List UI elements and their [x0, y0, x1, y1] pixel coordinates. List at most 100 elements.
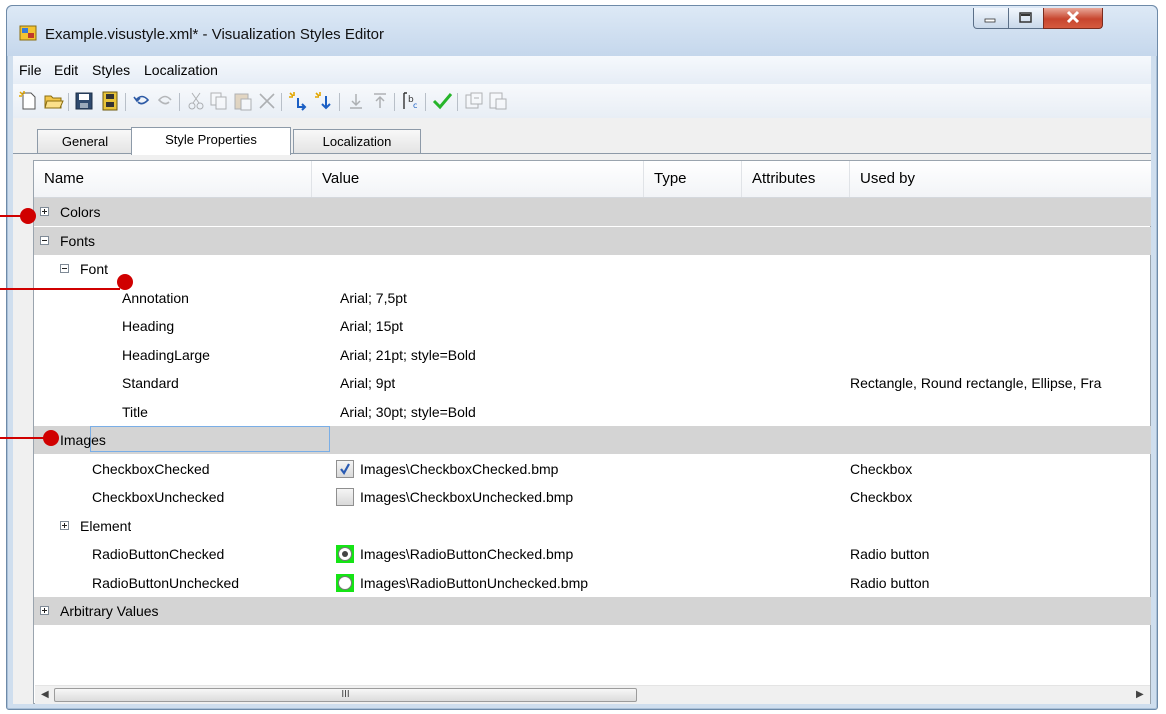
toolbar: bc: [13, 84, 1151, 118]
property-used-by: Rectangle, Round rectangle, Ellipse, Fra: [850, 375, 1102, 391]
property-name: Font: [80, 261, 109, 277]
property-value[interactable]: Images\RadioButtonUnchecked.bmp: [360, 569, 588, 597]
close-button[interactable]: [1043, 8, 1103, 29]
app-window: Example.visustyle.xml* - Visualization S…: [6, 5, 1158, 710]
property-value[interactable]: Images\RadioButtonChecked.bmp: [360, 540, 573, 568]
column-header-name[interactable]: Name: [34, 161, 312, 197]
minimize-button[interactable]: [973, 8, 1009, 29]
delete-icon[interactable]: [256, 90, 278, 112]
copy-icon[interactable]: [208, 90, 230, 112]
add-icon[interactable]: [287, 90, 309, 112]
property-name: CheckboxUnchecked: [92, 489, 225, 505]
property-value[interactable]: Images\CheckboxChecked.bmp: [360, 455, 558, 483]
property-used-by: Checkbox: [850, 461, 913, 477]
scroll-right-icon[interactable]: ▶: [1136, 689, 1144, 700]
toolbar-separator: [68, 93, 69, 111]
property-name: Fonts: [60, 233, 96, 249]
table-row[interactable]: Font: [34, 255, 1151, 283]
client-area: File Edit Styles Localization b c Genera…: [13, 56, 1151, 704]
callout-dot: [43, 430, 59, 446]
property-grid: Name Value Type Attributes Used by Color…: [33, 160, 1151, 704]
callout-line: [0, 288, 120, 290]
minimize-icon: [984, 18, 996, 23]
radio-unchecked-icon: [336, 574, 354, 592]
property-value[interactable]: Arial; 7,5pt: [340, 284, 407, 312]
redo-icon[interactable]: [154, 90, 176, 112]
table-row[interactable]: Colors: [34, 198, 1151, 226]
selection-highlight: [90, 426, 330, 452]
checkbox-unchecked-icon: [336, 488, 354, 506]
property-used-by: Radio button: [850, 575, 930, 591]
table-row[interactable]: Standard Arial; 9pt Rectangle, Round recta…: [34, 369, 1151, 397]
table-row[interactable]: RadioButtonUnchecked Images\RadioButtonUn…: [34, 569, 1151, 597]
paste-icon[interactable]: [232, 90, 254, 112]
toolbar-separator: [125, 93, 126, 111]
add-child-icon[interactable]: [313, 90, 335, 112]
table-row[interactable]: CheckboxUnchecked Images\CheckboxUnchecke…: [34, 483, 1151, 511]
table-row[interactable]: Title Arial; 30pt; style=Bold: [34, 398, 1151, 426]
callout-line: [0, 437, 48, 439]
table-row[interactable]: Arbitrary Values: [34, 597, 1151, 625]
move-up-icon[interactable]: [369, 90, 391, 112]
undo-icon[interactable]: [131, 90, 153, 112]
property-name: Title: [122, 404, 148, 420]
menu-edit[interactable]: Edit: [54, 62, 78, 78]
check-icon[interactable]: [431, 90, 453, 112]
property-value[interactable]: Arial; 21pt; style=Bold: [340, 341, 476, 369]
property-value[interactable]: Arial; 30pt; style=Bold: [340, 398, 476, 426]
column-header-attributes[interactable]: Attributes: [742, 161, 850, 197]
horizontal-scrollbar[interactable]: ◀ III ▶: [35, 685, 1150, 704]
scroll-thumb[interactable]: III: [54, 688, 637, 702]
tab-style-properties[interactable]: Style Properties: [131, 127, 291, 155]
property-name: Images: [60, 432, 106, 448]
property-value[interactable]: Arial; 9pt: [340, 369, 395, 397]
property-used-by: Radio button: [850, 546, 930, 562]
spell-check-icon[interactable]: bc: [400, 90, 422, 112]
toolbar-separator: [394, 93, 395, 111]
property-value[interactable]: Images\CheckboxUnchecked.bmp: [360, 483, 573, 511]
tab-strip: General Style Properties Localization: [13, 118, 1151, 155]
title-bar[interactable]: Example.visustyle.xml* - Visualization S…: [7, 6, 1157, 56]
property-name: CheckboxChecked: [92, 461, 210, 477]
expand-icon[interactable]: [40, 207, 49, 216]
export-icon[interactable]: [487, 90, 509, 112]
property-name: RadioButtonChecked: [92, 546, 225, 562]
property-name: Heading: [122, 318, 175, 334]
table-row[interactable]: Fonts: [34, 227, 1151, 255]
app-icon: [19, 25, 37, 41]
table-row[interactable]: RadioButtonChecked Images\RadioButtonChec…: [34, 540, 1151, 568]
save-icon[interactable]: [73, 90, 95, 112]
scroll-left-icon[interactable]: ◀: [41, 689, 49, 700]
save-all-icon[interactable]: [99, 90, 121, 112]
callout-dot: [20, 208, 36, 224]
menu-styles[interactable]: Styles: [92, 62, 130, 78]
column-header-value[interactable]: Value: [312, 161, 644, 197]
table-row[interactable]: Heading Arial; 15pt: [34, 312, 1151, 340]
expand-icon[interactable]: [60, 521, 69, 530]
property-value[interactable]: Arial; 15pt: [340, 312, 403, 340]
maximize-icon: [1019, 12, 1032, 23]
move-down-icon[interactable]: [345, 90, 367, 112]
expand-icon[interactable]: [40, 606, 49, 615]
cut-icon[interactable]: [185, 90, 207, 112]
table-row[interactable]: Element: [34, 512, 1151, 540]
table-row[interactable]: HeadingLarge Arial; 21pt; style=Bold: [34, 341, 1151, 369]
maximize-button[interactable]: [1008, 8, 1044, 29]
tab-localization[interactable]: Localization: [293, 129, 421, 153]
column-header-used-by[interactable]: Used by: [850, 161, 1151, 197]
table-row[interactable]: CheckboxChecked Images\CheckboxChecked.bm…: [34, 455, 1151, 483]
table-row[interactable]: Images: [34, 426, 1151, 454]
tab-general[interactable]: General: [37, 129, 133, 153]
open-icon[interactable]: [43, 90, 65, 112]
collapse-icon[interactable]: [40, 236, 49, 245]
toolbar-separator: [179, 93, 180, 111]
property-name: Arbitrary Values: [60, 603, 159, 619]
new-icon[interactable]: [18, 90, 40, 112]
import-icon[interactable]: [463, 90, 485, 112]
menu-localization[interactable]: Localization: [144, 62, 218, 78]
table-row[interactable]: Annotation Arial; 7,5pt: [34, 284, 1151, 312]
collapse-icon[interactable]: [60, 264, 69, 273]
menu-file[interactable]: File: [19, 62, 42, 78]
column-header-type[interactable]: Type: [644, 161, 742, 197]
menu-bar: File Edit Styles Localization: [13, 56, 1151, 84]
